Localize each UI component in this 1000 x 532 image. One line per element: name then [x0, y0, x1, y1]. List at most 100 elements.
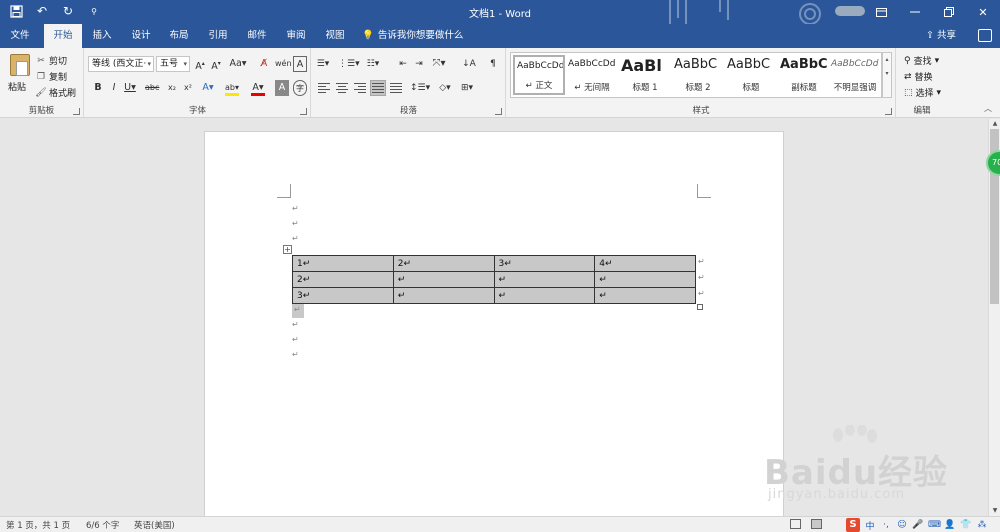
chinese-layout-icon[interactable]: ⤧▾ — [432, 56, 446, 72]
account-avatar[interactable] — [835, 6, 865, 16]
find-button[interactable]: ⚲ 查找 ▾ — [904, 54, 939, 68]
microphone-icon[interactable]: 🎤 — [912, 520, 924, 530]
tab-layout[interactable]: 布局 — [162, 24, 196, 48]
table-cell[interactable]: ↵ — [392, 271, 495, 288]
phonetic-guide-icon[interactable]: wén — [275, 56, 292, 72]
scroll-down-icon[interactable]: ▼ — [989, 506, 1000, 516]
table-cell[interactable]: ↵ — [594, 271, 696, 288]
table-cell[interactable]: ↵ — [493, 271, 596, 288]
table-cell[interactable]: 3↵ — [292, 287, 394, 304]
grid-menu-icon[interactable]: ⁂ — [976, 520, 988, 530]
style-title[interactable]: AaBbC 标题 — [725, 55, 777, 95]
punctuation-icon[interactable]: ·, — [880, 520, 892, 530]
share-button[interactable]: ⇪ 共享 — [926, 24, 956, 48]
style-normal[interactable]: AaBbCcDd ↵ 正文 — [513, 55, 565, 95]
comments-icon[interactable] — [978, 29, 992, 42]
table-cell[interactable]: ↵ — [493, 287, 596, 304]
styles-gallery-scroll[interactable]: ▴ ▾ — [882, 52, 892, 98]
superscript-icon[interactable]: x² — [181, 80, 195, 96]
ime-mode[interactable]: 中 — [864, 519, 876, 532]
styles-launcher-icon[interactable] — [885, 108, 892, 115]
table-move-handle[interactable]: + — [283, 245, 292, 254]
minimize-icon[interactable] — [898, 0, 932, 24]
style-subtle-emphasis[interactable]: AaBbCcDd 不明显强调 — [829, 55, 881, 95]
borders-icon[interactable]: ⊞▾ — [460, 80, 474, 96]
tab-review[interactable]: 审阅 — [278, 24, 314, 48]
word-count[interactable]: 6/6 个字 — [86, 519, 119, 531]
style-subtitle[interactable]: AaBbC 副标题 — [778, 55, 830, 95]
multilevel-list-icon[interactable]: ☷▾ — [366, 56, 380, 72]
keyboard-icon[interactable]: ⌨ — [928, 520, 941, 530]
read-mode-icon[interactable] — [790, 519, 801, 529]
print-layout-icon[interactable] — [811, 519, 822, 529]
font-size-combo[interactable]: 五号 ▾ — [156, 56, 190, 72]
paste-icon[interactable] — [10, 54, 30, 76]
tab-references[interactable]: 引用 — [200, 24, 236, 48]
select-button[interactable]: ⬚ 选择 ▾ — [904, 86, 941, 100]
font-color-icon[interactable]: A▾ — [251, 80, 265, 96]
clear-format-icon[interactable]: A̸ — [257, 56, 271, 72]
table-resize-handle[interactable] — [697, 304, 703, 310]
highlight-icon[interactable]: ab▾ — [225, 80, 239, 96]
paste-button[interactable]: 粘贴 — [8, 80, 26, 93]
tab-design[interactable]: 设计 — [122, 24, 160, 48]
restore-icon[interactable] — [932, 0, 966, 24]
table-cell[interactable]: 4↵ — [594, 255, 696, 272]
text-effects-icon[interactable]: A▾ — [201, 80, 215, 96]
emoji-icon[interactable]: ☺ — [896, 520, 908, 530]
cut-button[interactable]: ✂ 剪切 — [36, 54, 67, 68]
language-indicator[interactable]: 英语(美国) — [134, 519, 175, 531]
style-heading-1[interactable]: AaBl 标题 1 — [619, 55, 671, 95]
copy-button[interactable]: ❐ 复制 — [36, 70, 67, 84]
document-page[interactable]: ↵ ↵ ↵ + 1↵ 2↵ 3↵ 4↵ 2↵ ↵ ↵ ↵ 3↵ ↵ ↵ ↵ ↵ … — [204, 131, 784, 516]
table-cell[interactable]: 2↵ — [292, 271, 394, 288]
scroll-up-icon[interactable]: ▲ — [989, 119, 1000, 129]
align-center-icon[interactable] — [334, 80, 350, 96]
char-shading-icon[interactable]: A — [275, 80, 289, 96]
table-cell[interactable]: ↵ — [392, 287, 495, 304]
align-left-icon[interactable] — [316, 80, 332, 96]
format-painter-button[interactable]: 🖌 格式刷 — [35, 86, 76, 100]
document-table[interactable]: 1↵ 2↵ 3↵ 4↵ 2↵ ↵ ↵ ↵ 3↵ ↵ ↵ ↵ — [292, 255, 696, 304]
collapse-ribbon-icon[interactable]: ︿ — [984, 103, 992, 114]
close-icon[interactable]: ✕ — [966, 0, 1000, 24]
char-border-icon[interactable]: A — [293, 56, 307, 72]
show-marks-icon[interactable]: ¶ — [486, 56, 500, 72]
paragraph-launcher-icon[interactable] — [495, 108, 502, 115]
numbering-icon[interactable]: ⋮☰▾ — [338, 56, 360, 72]
italic-icon[interactable]: I — [107, 80, 121, 96]
tab-insert[interactable]: 插入 — [84, 24, 120, 48]
sort-icon[interactable]: ↓A — [462, 56, 476, 72]
shrink-font-icon[interactable]: A▾ — [209, 56, 223, 72]
decrease-indent-icon[interactable]: ⇤ — [396, 56, 410, 72]
style-no-spacing[interactable]: AaBbCcDd ↵ 无间隔 — [566, 55, 618, 95]
tab-view[interactable]: 视图 — [318, 24, 352, 48]
align-right-icon[interactable] — [352, 80, 368, 96]
enclose-char-icon[interactable]: 字 — [293, 80, 307, 96]
replace-button[interactable]: ⇄ 替换 — [904, 70, 933, 84]
bullets-icon[interactable]: ☰▾ — [316, 56, 330, 72]
tab-home[interactable]: 开始 — [44, 24, 82, 48]
page-count[interactable]: 第 1 页，共 1 页 — [6, 519, 70, 531]
change-case-icon[interactable]: Aa▾ — [227, 56, 249, 72]
style-heading-2[interactable]: AaBbC 标题 2 — [672, 55, 724, 95]
grow-font-icon[interactable]: A▴ — [193, 56, 207, 72]
font-name-combo[interactable]: 等线 (西文正· ▾ — [88, 56, 154, 72]
table-cell[interactable]: 1↵ — [292, 255, 394, 272]
table-cell[interactable]: ↵ — [594, 287, 696, 304]
underline-icon[interactable]: U▾ — [123, 80, 137, 96]
user-icon[interactable]: 👤 — [944, 520, 956, 530]
tab-mailings[interactable]: 邮件 — [240, 24, 274, 48]
shading-icon[interactable]: ◇▾ — [438, 80, 452, 96]
subscript-icon[interactable]: x₂ — [165, 80, 179, 96]
distributed-icon[interactable] — [388, 80, 404, 96]
strikethrough-icon[interactable]: abc — [145, 80, 159, 96]
ribbon-display-icon[interactable] — [864, 0, 898, 24]
vertical-scrollbar[interactable]: ▲ ▼ — [988, 119, 1000, 516]
skin-icon[interactable]: 👕 — [960, 520, 972, 530]
tell-me-box[interactable]: 💡 告诉我你想要做什么 — [362, 24, 463, 48]
tab-file[interactable]: 文件 — [0, 24, 40, 48]
font-launcher-icon[interactable] — [300, 108, 307, 115]
increase-indent-icon[interactable]: ⇥ — [412, 56, 426, 72]
clipboard-launcher-icon[interactable] — [73, 108, 80, 115]
